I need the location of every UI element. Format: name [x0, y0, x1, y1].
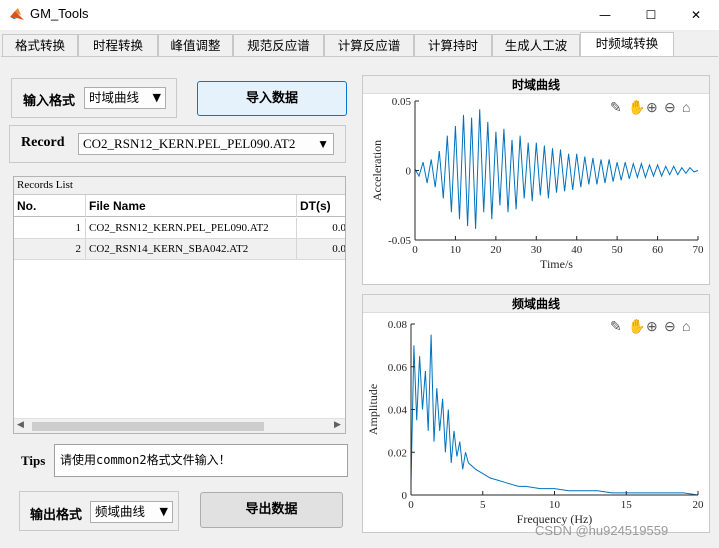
x-tick-label: 10	[549, 499, 561, 511]
home-icon[interactable]: ⌂	[682, 101, 690, 116]
column-header-file-name[interactable]: File Name	[86, 195, 297, 217]
y-tick-label: 0.06	[388, 362, 408, 374]
cell-no: 1	[14, 218, 86, 238]
y-tick-label: -0.05	[388, 235, 411, 247]
chevron-down-icon: ▼	[152, 91, 161, 104]
y-tick-label: 0.08	[388, 319, 408, 331]
tab-peak-adjust[interactable]: 峰值调整	[158, 34, 233, 56]
cell-dt: 0.0	[297, 218, 345, 238]
tab-bar: 格式转换 时程转换 峰值调整 规范反应谱 计算反应谱 计算持时 生成人工波 时频…	[0, 32, 719, 57]
tab-code-spectrum[interactable]: 规范反应谱	[233, 34, 324, 56]
scroll-right-icon[interactable]: ▶	[334, 420, 341, 430]
tab-time-freq-convert[interactable]: 时频域转换	[580, 32, 674, 57]
scroll-left-icon[interactable]: ◀	[17, 420, 24, 430]
x-tick-label: 5	[480, 499, 486, 511]
tab-artificial-wave[interactable]: 生成人工波	[492, 34, 580, 56]
export-data-button[interactable]: 导出数据	[200, 492, 343, 528]
input-format-label: 输入格式	[23, 94, 76, 109]
title-bar: GM_Tools — ☐ ✕	[0, 0, 719, 30]
cell-dt: 0.0	[297, 239, 345, 259]
maximize-button[interactable]: ☐	[628, 0, 674, 30]
tab-history-convert[interactable]: 时程转换	[78, 34, 158, 56]
cell-file-name: CO2_RSN14_KERN_SBA042.AT2	[86, 239, 297, 259]
chevron-down-icon: ▼	[159, 505, 168, 518]
pan-icon[interactable]: ✋	[628, 318, 645, 335]
matlab-logo-icon	[10, 8, 24, 20]
time-domain-chart[interactable]: 0 10 20 30 40 50 60 70-0.0500.05Time/sAccelerat…	[363, 94, 709, 284]
plot-area	[411, 324, 698, 495]
cell-file-name: CO2_RSN12_KERN.PEL_PEL090.AT2	[86, 218, 297, 238]
y-tick-label: 0	[402, 490, 408, 502]
tab-duration[interactable]: 计算持时	[414, 34, 492, 56]
y-axis-label: Amplitude	[366, 384, 380, 435]
x-tick-label: 40	[571, 244, 583, 256]
record-dropdown[interactable]: CO2_RSN12_KERN.PEL_PEL090.AT2 ▼	[78, 133, 334, 155]
chevron-down-icon: ▼	[317, 137, 329, 151]
column-header-no[interactable]: No.	[14, 195, 86, 217]
input-format-dropdown[interactable]: 时域曲线 ▼	[84, 87, 166, 109]
column-header-dt[interactable]: DT(s)	[297, 195, 345, 217]
output-format-dropdown[interactable]: 频域曲线 ▼	[90, 501, 173, 523]
import-data-button[interactable]: 导入数据	[197, 81, 347, 116]
zoom-out-icon[interactable]: ⊖	[664, 320, 676, 335]
horizontal-scrollbar[interactable]: ◀ ▶	[14, 418, 345, 433]
output-format-label: 输出格式	[30, 508, 83, 523]
y-tick-label: 0	[406, 166, 412, 178]
minimize-icon: —	[599, 8, 611, 22]
time-domain-panel: 时域曲线 0 10 20 30 40 50 60 70 -0.05 0 0.05 Time/s Acce…	[362, 75, 710, 285]
x-tick-label: 70	[693, 244, 705, 256]
frequency-domain-panel: 频域曲线 0 5 10 15 20 0 0.02 0.04 0.06 0.08 Frequency …	[362, 294, 710, 533]
maximize-icon: ☐	[645, 8, 657, 22]
pan-icon[interactable]: ✋	[628, 99, 645, 116]
close-button[interactable]: ✕	[673, 0, 719, 30]
zoom-in-icon[interactable]: ⊕	[646, 101, 658, 116]
minimize-button[interactable]: —	[582, 0, 628, 30]
x-tick-label: 10	[450, 244, 462, 256]
x-tick-label: 0	[412, 244, 418, 256]
x-tick-label: 30	[531, 244, 543, 256]
table-row[interactable]: 1 CO2_RSN12_KERN.PEL_PEL090.AT2 0.0	[14, 218, 345, 239]
scrollbar-thumb[interactable]	[32, 422, 264, 431]
close-icon: ✕	[690, 8, 702, 22]
records-list-table[interactable]: Records List No. File Name DT(s) 1 CO2_R…	[13, 176, 346, 434]
home-icon[interactable]: ⌂	[682, 320, 690, 335]
zoom-in-icon[interactable]: ⊕	[646, 320, 658, 335]
y-tick-label: 0.05	[392, 96, 412, 108]
watermark: CSDN @hu924519559	[535, 523, 669, 538]
edit-icon[interactable]: ✎	[610, 101, 622, 116]
x-tick-label: 0	[408, 499, 414, 511]
x-axis-label: Time/s	[540, 257, 573, 271]
zoom-out-icon[interactable]: ⊖	[664, 101, 676, 116]
table-row[interactable]: 2 CO2_RSN14_KERN_SBA042.AT2 0.0	[14, 239, 345, 260]
x-tick-label: 20	[693, 499, 705, 511]
x-tick-label: 50	[612, 244, 624, 256]
tab-format-convert[interactable]: 格式转换	[2, 34, 78, 56]
cell-no: 2	[14, 239, 86, 259]
x-tick-label: 20	[490, 244, 502, 256]
output-format-value: 频域曲线	[95, 504, 146, 519]
window-title: GM_Tools	[30, 6, 89, 21]
tab-compute-spectrum[interactable]: 计算反应谱	[324, 34, 414, 56]
tips-textbox[interactable]: 请使用common2格式文件输入！	[54, 444, 348, 477]
y-tick-label: 0.04	[388, 405, 408, 417]
input-format-group: 输入格式 时域曲线 ▼	[11, 78, 177, 118]
input-format-value: 时域曲线	[89, 90, 140, 105]
x-tick-label: 15	[621, 499, 633, 511]
records-list-title: Records List	[14, 177, 345, 195]
freq-panel-title: 频域曲线	[363, 295, 709, 313]
y-axis-label: Acceleration	[370, 140, 384, 201]
frequency-domain-chart[interactable]: 0 5 10 15 2000.020.040.060.08Frequency (Hz)A…	[363, 313, 709, 532]
y-tick-label: 0.02	[388, 447, 407, 459]
tips-label: Tips	[21, 453, 46, 468]
time-panel-title: 时域曲线	[363, 76, 709, 94]
edit-icon[interactable]: ✎	[610, 320, 622, 335]
record-value: CO2_RSN12_KERN.PEL_PEL090.AT2	[83, 136, 296, 151]
record-group: Record CO2_RSN12_KERN.PEL_PEL090.AT2 ▼	[9, 125, 346, 163]
output-format-group: 输出格式 频域曲线 ▼	[19, 491, 179, 531]
x-tick-label: 60	[652, 244, 664, 256]
record-label: Record	[21, 135, 65, 150]
